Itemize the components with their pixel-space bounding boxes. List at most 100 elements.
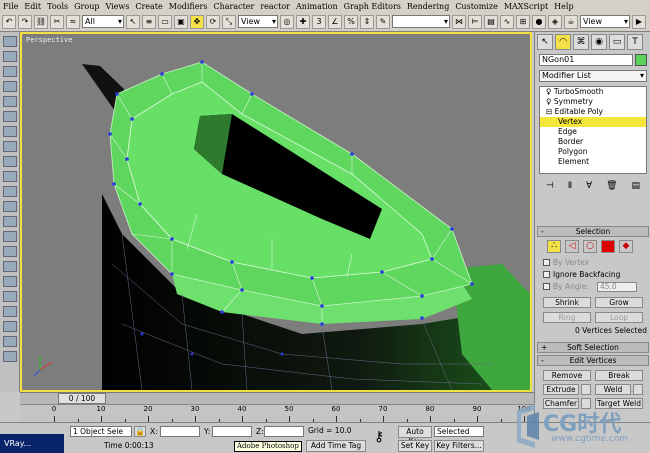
pivot-center-icon[interactable]: ◎ (280, 14, 294, 29)
curve-editor-icon[interactable]: ∿ (500, 14, 514, 29)
bind-spacewarp-icon[interactable]: ≈ (66, 14, 80, 29)
tool-icon[interactable] (3, 81, 17, 92)
stack-item-symmetry[interactable]: ♀ Symmetry (540, 97, 646, 107)
add-time-tag-button[interactable]: Add Time Tag (306, 440, 366, 452)
schematic-view-icon[interactable]: ⊞ (516, 14, 530, 29)
tool-icon[interactable] (3, 51, 17, 62)
tool-icon[interactable] (3, 126, 17, 137)
material-editor-icon[interactable]: ● (532, 14, 546, 29)
snap-toggle-icon[interactable]: 3 (312, 14, 326, 29)
shrink-button[interactable]: Shrink (543, 297, 591, 308)
tool-icon[interactable] (3, 306, 17, 317)
break-button[interactable]: Break (595, 370, 643, 381)
select-move-icon[interactable]: ✥ (190, 14, 204, 29)
stack-item-edge[interactable]: Edge (540, 127, 646, 137)
edge-mode-icon[interactable]: ◁ (565, 240, 579, 253)
viewport-label[interactable]: Perspective (26, 36, 72, 44)
z-coordinate-field[interactable] (264, 426, 304, 437)
y-coordinate-field[interactable] (212, 426, 252, 437)
menu-tools[interactable]: Tools (47, 2, 68, 11)
stack-item-turbosmooth[interactable]: ♀ TurboSmooth (540, 87, 646, 97)
motion-tab-icon[interactable]: ◉ (591, 34, 607, 50)
by-angle-checkbox[interactable]: By Angle: (543, 282, 589, 291)
menu-edit[interactable]: Edit (24, 2, 41, 11)
border-mode-icon[interactable]: ○ (583, 240, 597, 253)
tool-icon[interactable] (3, 261, 17, 272)
unlink-icon[interactable]: ✂ (50, 14, 64, 29)
weld-settings-button[interactable] (633, 384, 643, 395)
tool-icon[interactable] (3, 36, 17, 47)
stack-item-border[interactable]: Border (540, 137, 646, 147)
polygon-mode-icon[interactable] (601, 240, 615, 253)
tool-icon[interactable] (3, 111, 17, 122)
extrude-settings-button[interactable] (581, 384, 591, 395)
stack-item-editable-poly[interactable]: ⊟ Editable Poly (540, 107, 646, 117)
render-view-dropdown[interactable]: View (580, 15, 630, 28)
key-selection-dropdown[interactable]: Selected (434, 426, 484, 437)
menu-animation[interactable]: Animation (296, 2, 338, 11)
stack-item-element[interactable]: Element (540, 157, 646, 167)
hierarchy-tab-icon[interactable]: ⌘ (573, 34, 589, 50)
mirror-icon[interactable]: ⋈ (452, 14, 466, 29)
quick-render-icon[interactable]: ☕ (564, 14, 578, 29)
tool-icon[interactable] (3, 291, 17, 302)
select-manipulate-icon[interactable]: ✚ (296, 14, 310, 29)
select-object-icon[interactable]: ↖ (126, 14, 140, 29)
reference-coordinate-dropdown[interactable]: View (238, 15, 278, 28)
edit-vertices-rollout-header[interactable]: - Edit Vertices (537, 355, 649, 366)
loop-button[interactable]: Loop (595, 312, 643, 323)
menu-maxscript[interactable]: MAXScript (504, 2, 548, 11)
object-color-swatch[interactable] (635, 54, 647, 66)
menu-file[interactable]: File (3, 2, 18, 11)
tool-icon[interactable] (3, 201, 17, 212)
percent-snap-icon[interactable]: % (344, 14, 358, 29)
named-selection-dropdown[interactable] (392, 15, 450, 28)
tool-icon[interactable] (3, 231, 17, 242)
show-end-result-icon[interactable]: Ⅱ (568, 181, 572, 191)
tool-icon[interactable] (3, 171, 17, 182)
stack-toggle-icon[interactable]: ♀ (546, 87, 554, 96)
set-key-button[interactable]: Set Key (398, 440, 432, 452)
menu-group[interactable]: Group (74, 2, 99, 11)
named-selection-icon[interactable]: ✎ (376, 14, 390, 29)
extrude-button[interactable]: Extrude (543, 384, 579, 395)
tool-icon[interactable] (3, 96, 17, 107)
key-icon[interactable]: ⚷ (374, 429, 384, 445)
ignore-backfacing-checkbox[interactable]: Ignore Backfacing (543, 270, 620, 279)
menu-help[interactable]: Help (554, 2, 573, 11)
angle-spinner[interactable]: 45.0 (597, 282, 637, 292)
stack-toggle-icon[interactable]: ⊟ (546, 107, 555, 116)
weld-button[interactable]: Weld (595, 384, 631, 395)
taskbar-item[interactable]: VRay... (0, 434, 64, 453)
tool-icon[interactable] (3, 321, 17, 332)
select-scale-icon[interactable]: ⤡ (222, 14, 236, 29)
stack-item-polygon[interactable]: Polygon (540, 147, 646, 157)
tool-icon[interactable] (3, 186, 17, 197)
ring-button[interactable]: Ring (543, 312, 591, 323)
x-coordinate-field[interactable] (160, 426, 200, 437)
tool-icon[interactable] (3, 276, 17, 287)
menu-graph-editors[interactable]: Graph Editors (344, 2, 401, 11)
make-unique-icon[interactable]: ∀ (586, 181, 592, 191)
tool-icon[interactable] (3, 246, 17, 257)
stack-toggle-icon[interactable]: ♀ (546, 97, 554, 106)
menu-reactor[interactable]: reactor (260, 2, 290, 11)
configure-sets-icon[interactable]: ▤ (631, 181, 640, 191)
utilities-tab-icon[interactable]: T (627, 34, 643, 50)
render-icon[interactable]: ▶ (632, 14, 646, 29)
menu-create[interactable]: Create (135, 2, 162, 11)
angle-snap-icon[interactable]: ∠ (328, 14, 342, 29)
menu-character[interactable]: Character (213, 2, 254, 11)
menu-views[interactable]: Views (105, 2, 129, 11)
window-crossing-icon[interactable]: ▣ (174, 14, 188, 29)
key-filters-button[interactable]: Key Filters... (434, 440, 484, 452)
time-slider[interactable]: 0 / 100 (58, 393, 106, 404)
auto-key-button[interactable]: Auto Key (398, 426, 432, 446)
element-mode-icon[interactable]: ◆ (619, 240, 633, 253)
menu-customize[interactable]: Customize (455, 2, 498, 11)
remove-modifier-icon[interactable]: 🗑 (606, 181, 617, 191)
stack-item-vertex[interactable]: Vertex (540, 117, 646, 127)
render-setup-icon[interactable]: ◈ (548, 14, 562, 29)
modifier-list-dropdown[interactable]: Modifier List (539, 70, 647, 82)
rect-selection-icon[interactable]: ▭ (158, 14, 172, 29)
